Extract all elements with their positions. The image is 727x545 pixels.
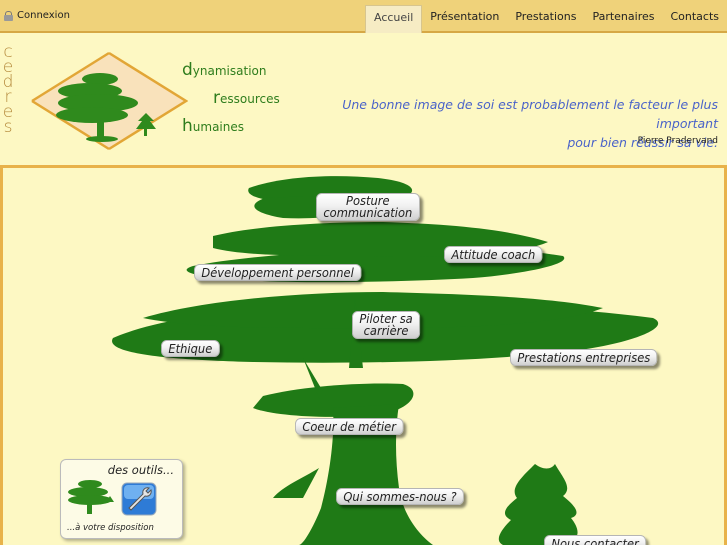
drh-rest: essources — [220, 92, 280, 106]
link-posture-communication[interactable]: Posture communication — [316, 193, 420, 221]
nav-presentation[interactable]: Présentation — [422, 0, 507, 33]
main-area: Posture communication Attitude coach Dév… — [0, 168, 727, 545]
link-label: Piloter sa carrière — [359, 311, 413, 338]
link-label: Posture communication — [323, 193, 413, 220]
login-link[interactable]: Connexion — [4, 10, 70, 21]
nav-contacts[interactable]: Contacts — [662, 0, 727, 33]
tools-box[interactable]: des outils... ...à votre disposition — [60, 459, 183, 539]
cedar-logo — [68, 480, 114, 514]
nav-prestations[interactable]: Prestations — [507, 0, 584, 33]
tools-subtitle: ...à votre disposition — [67, 523, 154, 533]
top-bar: Connexion Accueil Présentation Prestatio… — [0, 0, 727, 33]
wrench-icon — [121, 482, 157, 516]
quote-author: Pierre Pradervand — [637, 136, 718, 146]
drh-cap: r — [213, 88, 220, 108]
link-ethique[interactable]: Ethique — [161, 340, 220, 357]
nav-accueil[interactable]: Accueil — [364, 5, 423, 33]
drh-rest: ynamisation — [192, 64, 267, 78]
link-attitude-coach[interactable]: Attitude coach — [444, 246, 543, 263]
main-nav: Accueil Présentation Prestations Partena… — [364, 0, 727, 33]
nav-partenaires[interactable]: Partenaires — [584, 0, 662, 33]
drh-line: humaines — [182, 113, 280, 141]
drh-rest: umaines — [192, 120, 245, 134]
drh-cap: h — [182, 116, 193, 136]
link-coeur-de-metier[interactable]: Coeur de métier — [295, 418, 404, 435]
drh-tagline: dynamisation ressources humaines — [182, 57, 280, 141]
site-header: c e d r e s dynamisation ressources huma… — [0, 33, 727, 168]
link-qui-sommes-nous[interactable]: Qui sommes-nous ? — [336, 488, 464, 505]
brand-letter: s — [3, 117, 13, 137]
link-developpement-personnel[interactable]: Développement personnel — [194, 264, 362, 281]
login-label: Connexion — [17, 10, 70, 21]
lock-icon — [4, 10, 13, 21]
brand-vertical: c e d r e s — [1, 44, 15, 137]
link-prestations-entreprises[interactable]: Prestations entreprises — [510, 349, 658, 366]
tools-title: des outils... — [107, 463, 174, 477]
drh-line: dynamisation — [182, 57, 280, 85]
link-piloter-carriere[interactable]: Piloter sa carrière — [352, 311, 421, 339]
drh-line: ressources — [182, 85, 280, 113]
cedar-logo[interactable] — [30, 51, 188, 151]
link-nous-contacter[interactable]: Nous contacter — [544, 535, 647, 545]
quote-line: Une bonne image de soi est probablement … — [342, 97, 718, 131]
drh-cap: d — [182, 60, 193, 80]
